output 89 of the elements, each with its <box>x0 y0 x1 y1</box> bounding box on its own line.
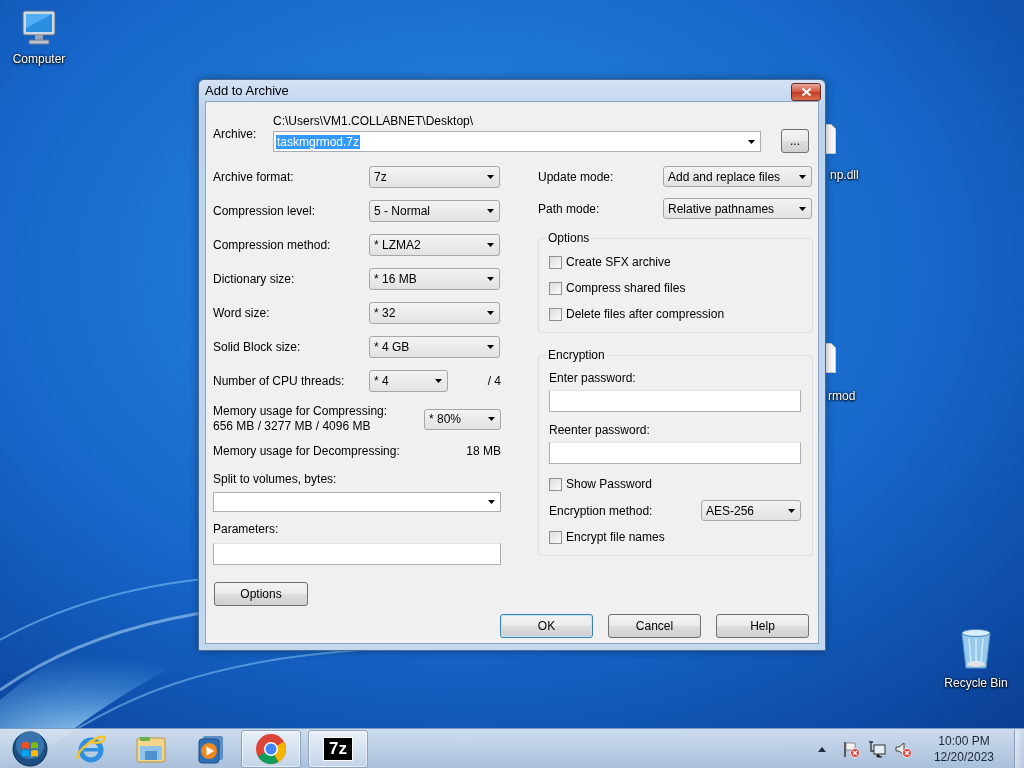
dropdown-arrow-icon <box>488 500 495 504</box>
dropdown-arrow-icon <box>487 175 494 179</box>
checkbox[interactable] <box>549 307 562 321</box>
computer-icon <box>19 8 59 48</box>
window-title: Add to Archive <box>205 83 289 98</box>
checkbox[interactable] <box>549 530 562 544</box>
flag-icon[interactable] <box>841 739 860 758</box>
field-label: Parameters: <box>213 522 280 536</box>
setting-label: Encryption method: <box>549 503 653 518</box>
dropdown-arrow-icon <box>435 379 442 383</box>
dropdown-arrow-icon <box>799 206 806 211</box>
memory-dropdown[interactable]: * 80% <box>424 408 501 430</box>
setting-dropdown[interactable]: 7z <box>369 166 500 188</box>
setting-dropdown[interactable]: Relative pathnames <box>663 198 812 219</box>
dropdown-arrow-icon <box>487 277 494 281</box>
dropdown-arrow-icon <box>799 174 806 179</box>
close-button[interactable] <box>791 82 821 101</box>
checkbox-label: Encrypt file names <box>566 530 665 544</box>
dropdown-arrow-icon <box>487 243 494 247</box>
setting-label: Update mode: <box>538 169 615 184</box>
desktop-icon-label: Computer <box>12 52 66 66</box>
taskbar-button[interactable]: 7z <box>308 729 368 768</box>
recycle-bin-icon <box>958 628 994 672</box>
clock-time: 10:00 PM <box>938 732 990 749</box>
options-button[interactable]: Options <box>214 582 308 606</box>
setting-dropdown[interactable]: * 16 MB <box>369 268 500 290</box>
setting-dropdown[interactable]: * 4 <box>369 370 448 392</box>
desktop-icon-label: np.dll <box>830 168 859 182</box>
archiver-app-icon: 7z <box>324 737 352 760</box>
dialog-button[interactable]: Cancel <box>608 614 701 638</box>
thread-limit: / 4 <box>487 374 501 388</box>
folder-path: C:\Users\VM1.COLLABNET\Desktop\ <box>273 115 475 128</box>
password-field[interactable] <box>549 442 801 464</box>
start-orb-icon <box>12 730 48 767</box>
setting-label: Compression method: <box>213 238 332 252</box>
dialog-button[interactable]: OK <box>500 614 593 638</box>
dropdown-arrow-icon <box>788 508 795 513</box>
checkbox[interactable] <box>549 281 562 295</box>
browse-button[interactable]: ... <box>781 129 809 153</box>
dropdown-arrow-icon <box>487 209 494 213</box>
close-icon <box>800 86 812 97</box>
field-label: Split to volumes, bytes: <box>213 472 338 486</box>
setting-dropdown[interactable]: Add and replace files <box>663 166 812 187</box>
setting-label: Number of CPU threads: <box>213 374 346 388</box>
setting-dropdown[interactable]: * 32 <box>369 302 500 324</box>
memory-usage-text: 656 MB / 3277 MB / 4096 MB <box>213 419 372 434</box>
field-label: Enter password: <box>549 371 637 385</box>
setting-dropdown[interactable]: 5 - Normal <box>369 200 500 222</box>
field-label: Archive: <box>213 126 258 141</box>
dropdown-arrow-icon <box>488 417 495 421</box>
setting-label: Archive format: <box>213 170 295 184</box>
memory-label: Memory usage for Compressing: <box>213 404 388 419</box>
checkbox[interactable] <box>549 255 562 269</box>
selected-text: taskmgrmod.7z <box>276 134 361 149</box>
show-desktop-button[interactable] <box>1014 729 1024 768</box>
group-title: Options <box>547 231 591 245</box>
checkbox-label: Delete files after compression <box>566 307 725 321</box>
setting-dropdown[interactable]: * LZMA2 <box>369 234 500 256</box>
password-field[interactable] <box>549 390 801 412</box>
clock-date: 12/20/2023 <box>933 748 994 765</box>
parameters-field[interactable] <box>213 543 501 565</box>
checkbox-label: Compress shared files <box>566 281 686 295</box>
memory-value: 18 MB <box>466 444 501 458</box>
checkbox-label: Create SFX archive <box>566 255 671 269</box>
field-label: Reenter password: <box>549 423 651 437</box>
setting-label: Dictionary size: <box>213 272 296 286</box>
setting-label: Solid Block size: <box>213 340 302 354</box>
desktop-icon-label: Recycle Bin <box>944 676 1008 690</box>
setting-label: Path mode: <box>538 201 601 216</box>
setting-label: Word size: <box>213 306 271 320</box>
setting-dropdown[interactable]: * 4 GB <box>369 336 500 358</box>
dropdown-arrow-icon <box>487 345 494 349</box>
checkbox[interactable] <box>549 477 562 491</box>
split-volumes-combo[interactable] <box>213 492 501 512</box>
encryption-dropdown[interactable]: AES-256 <box>701 500 801 521</box>
taskbar-button[interactable] <box>241 729 301 768</box>
dropdown-arrow-icon <box>748 139 755 144</box>
dialog-button[interactable]: Help <box>716 614 809 638</box>
memory-label: Memory usage for Decompressing: <box>213 444 400 458</box>
desktop-icon-label: rmod <box>828 389 856 403</box>
group-title: Encryption <box>547 348 606 362</box>
media-player-icon <box>197 733 225 764</box>
network-icon[interactable] <box>867 739 886 758</box>
circle-logo-icon <box>255 732 287 765</box>
speaker-icon[interactable] <box>893 739 912 758</box>
setting-label: Compression level: <box>213 204 317 218</box>
checkbox-label: Show Password <box>566 477 653 491</box>
dropdown-arrow-icon <box>487 311 494 315</box>
clock[interactable]: 10:00 PM 12/20/2023 <box>933 732 994 765</box>
